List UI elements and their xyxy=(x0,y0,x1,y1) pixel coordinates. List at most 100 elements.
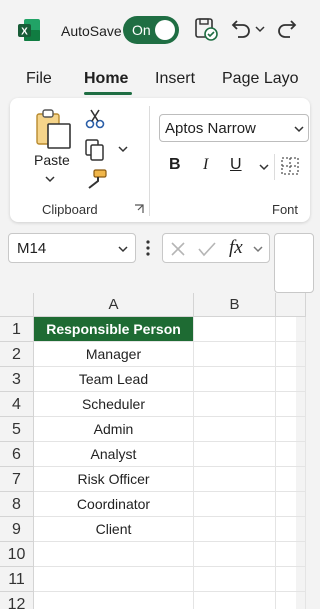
tab-insert[interactable]: Insert xyxy=(155,70,195,88)
insert-function-button[interactable]: fx xyxy=(229,237,243,259)
title-bar: X AutoSave On xyxy=(0,0,297,60)
more-options-icon[interactable] xyxy=(145,239,151,257)
formula-actions: fx xyxy=(162,233,270,263)
cell-c5[interactable] xyxy=(276,417,306,442)
redo-icon[interactable] xyxy=(276,16,300,42)
row-header-5[interactable]: 5 xyxy=(0,417,34,442)
cell-a8[interactable]: Coordinator xyxy=(34,492,194,517)
font-name-value: Aptos Narrow xyxy=(165,120,256,137)
paste-dropdown-chevron-icon[interactable] xyxy=(44,174,56,184)
autosave-toggle-text: On xyxy=(132,22,151,38)
italic-button[interactable]: I xyxy=(203,156,208,174)
cell-c2[interactable] xyxy=(276,342,306,367)
ribbon-panel: Paste Clipboard Aptos Narrow B I U Font xyxy=(10,98,310,222)
cell-b5[interactable] xyxy=(194,417,276,442)
cell-c4[interactable] xyxy=(276,392,306,417)
undo-dropdown-chevron-icon[interactable] xyxy=(254,24,266,34)
cell-c11[interactable] xyxy=(276,567,306,592)
cell-b9[interactable] xyxy=(194,517,276,542)
column-header-a[interactable]: A xyxy=(34,293,194,317)
font-dropdown-chevron-icon xyxy=(294,126,304,133)
row-header-6[interactable]: 6 xyxy=(0,442,34,467)
name-box[interactable]: M14 xyxy=(8,233,136,263)
column-header-b[interactable]: B xyxy=(194,293,276,317)
cell-a2[interactable]: Manager xyxy=(34,342,194,367)
ribbon-group-divider xyxy=(149,106,150,216)
cell-a5[interactable]: Admin xyxy=(34,417,194,442)
row-header-10[interactable]: 10 xyxy=(0,542,34,567)
tab-file[interactable]: File xyxy=(26,70,52,88)
clipboard-group-label: Clipboard xyxy=(42,202,98,217)
active-tab-indicator xyxy=(84,92,132,95)
enter-checkmark-icon[interactable] xyxy=(197,240,217,258)
row-header-11[interactable]: 11 xyxy=(0,567,34,592)
copy-icon[interactable] xyxy=(84,138,106,162)
cell-b2[interactable] xyxy=(194,342,276,367)
autosave-label: AutoSave xyxy=(61,23,122,39)
cell-b6[interactable] xyxy=(194,442,276,467)
tab-home[interactable]: Home xyxy=(84,70,128,88)
borders-icon[interactable] xyxy=(280,156,300,176)
cell-b10[interactable] xyxy=(194,542,276,567)
row-header-4[interactable]: 4 xyxy=(0,392,34,417)
cell-b8[interactable] xyxy=(194,492,276,517)
name-box-value: M14 xyxy=(17,240,47,257)
font-group-label: Font xyxy=(272,202,299,217)
formula-input[interactable] xyxy=(274,233,314,293)
cell-a4[interactable]: Scheduler xyxy=(34,392,194,417)
ribbon-tabs: File Home Insert Page Layo xyxy=(0,66,299,98)
function-dropdown-chevron-icon[interactable] xyxy=(252,244,264,254)
row-header-9[interactable]: 9 xyxy=(0,517,34,542)
row-header-7[interactable]: 7 xyxy=(0,467,34,492)
cell-a11[interactable] xyxy=(34,567,194,592)
tab-page-layout[interactable]: Page Layo xyxy=(222,70,299,88)
cell-a10[interactable] xyxy=(34,542,194,567)
paste-icon[interactable] xyxy=(34,108,74,150)
cell-b3[interactable] xyxy=(194,367,276,392)
bold-button[interactable]: B xyxy=(169,156,181,174)
cell-b12[interactable] xyxy=(194,592,276,609)
cell-a9[interactable]: Client xyxy=(34,517,194,542)
excel-logo-icon: X xyxy=(18,19,40,41)
autosave-toggle[interactable]: On xyxy=(123,16,179,44)
cell-b1[interactable] xyxy=(194,317,276,342)
cell-b4[interactable] xyxy=(194,392,276,417)
underline-button[interactable]: U xyxy=(230,156,242,174)
cell-a6[interactable]: Analyst xyxy=(34,442,194,467)
copy-dropdown-chevron-icon[interactable] xyxy=(117,144,129,154)
format-divider xyxy=(274,154,275,180)
cell-b11[interactable] xyxy=(194,567,276,592)
underline-dropdown-chevron-icon[interactable] xyxy=(258,162,270,172)
cell-c6[interactable] xyxy=(276,442,306,467)
toggle-knob xyxy=(155,20,175,40)
row-header-2[interactable]: 2 xyxy=(0,342,34,367)
column-header-c[interactable] xyxy=(276,293,306,317)
cell-a12[interactable] xyxy=(34,592,194,609)
save-icon[interactable] xyxy=(193,16,219,42)
font-name-dropdown[interactable]: Aptos Narrow xyxy=(159,114,309,142)
svg-text:X: X xyxy=(21,27,28,38)
select-all-corner[interactable] xyxy=(0,293,34,317)
cell-b7[interactable] xyxy=(194,467,276,492)
undo-icon[interactable] xyxy=(228,16,252,42)
row-header-3[interactable]: 3 xyxy=(0,367,34,392)
cell-a7[interactable]: Risk Officer xyxy=(34,467,194,492)
format-painter-icon[interactable] xyxy=(84,168,108,190)
cut-icon[interactable] xyxy=(84,108,106,130)
dialog-launcher-icon[interactable] xyxy=(134,204,144,214)
cell-c10[interactable] xyxy=(276,542,306,567)
cell-a3[interactable]: Team Lead xyxy=(34,367,194,392)
cell-c12[interactable] xyxy=(276,592,306,609)
cell-c3[interactable] xyxy=(276,367,306,392)
cancel-icon[interactable] xyxy=(169,240,187,258)
cell-c9[interactable] xyxy=(276,517,306,542)
header-cell-a1[interactable]: Responsible Person xyxy=(34,317,194,342)
cell-c7[interactable] xyxy=(276,467,306,492)
cell-c8[interactable] xyxy=(276,492,306,517)
row-header-12[interactable]: 12 xyxy=(0,592,34,609)
row-header-8[interactable]: 8 xyxy=(0,492,34,517)
worksheet-grid: A B 1 Responsible Person 2 Manager 3 Team Lea… xyxy=(0,293,306,609)
cell-c1[interactable] xyxy=(276,317,306,342)
row-header-1[interactable]: 1 xyxy=(0,317,34,342)
paste-label[interactable]: Paste xyxy=(34,152,70,168)
